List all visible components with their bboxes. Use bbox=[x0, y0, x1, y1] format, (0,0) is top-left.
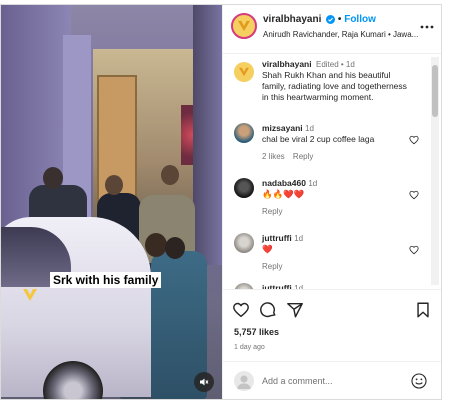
brand-logo-icon bbox=[238, 20, 250, 32]
header-username[interactable]: viralbhayani bbox=[263, 14, 321, 25]
scene-person-head bbox=[161, 165, 179, 185]
save-bookmark-icon[interactable] bbox=[414, 301, 432, 319]
post-header: viralbhayani • Follow Anirudh Ravichande… bbox=[223, 5, 441, 54]
speaker-muted-icon bbox=[200, 378, 209, 386]
share-paper-plane-icon[interactable] bbox=[286, 301, 304, 319]
caption-line: Shah Rukh Khan and his beautiful bbox=[262, 70, 391, 80]
comment-time: 1d bbox=[308, 179, 318, 188]
comment-bubble-icon[interactable] bbox=[259, 301, 277, 319]
caption-username[interactable]: viralbhayani bbox=[262, 59, 312, 69]
scene-wall-right bbox=[193, 5, 222, 265]
comment-username[interactable]: nadaba460 bbox=[262, 178, 306, 188]
verified-badge-icon bbox=[326, 14, 336, 24]
comment-text: ❤️ bbox=[262, 244, 273, 254]
comments-list[interactable]: viralbhayani Edited • 1d Shah Rukh Khan … bbox=[223, 53, 433, 289]
comment-text: chal be viral 2 cup coffee laga bbox=[262, 134, 375, 144]
comment-likes[interactable]: 2 likes bbox=[262, 152, 285, 161]
heart-outline-icon[interactable] bbox=[409, 190, 419, 200]
emoji-smiley-icon[interactable] bbox=[411, 373, 427, 389]
comment-time: 1d bbox=[305, 124, 314, 133]
caption-edited: Edited • 1d bbox=[315, 60, 355, 69]
post-actions: 5,757 likes 1 day ago bbox=[223, 289, 441, 362]
comment-username[interactable]: juttruffi bbox=[262, 233, 292, 243]
avatar[interactable] bbox=[234, 62, 254, 82]
reply-button[interactable]: Reply bbox=[262, 262, 282, 271]
avatar[interactable] bbox=[234, 178, 254, 198]
post-side-panel: viralbhayani • Follow Anirudh Ravichande… bbox=[222, 5, 441, 399]
avatar[interactable] bbox=[234, 233, 254, 253]
scene-person-head bbox=[165, 237, 185, 259]
add-comment-bar: Add a comment... bbox=[223, 361, 441, 399]
brand-logo-icon bbox=[23, 289, 37, 301]
scene-person-head bbox=[145, 233, 167, 257]
scrollbar-thumb[interactable] bbox=[432, 65, 438, 117]
current-user-avatar bbox=[234, 371, 254, 391]
header-username-line: viralbhayani • Follow bbox=[263, 14, 376, 25]
brand-logo-icon bbox=[239, 67, 249, 77]
reply-button[interactable]: Reply bbox=[293, 152, 313, 161]
post-timestamp: 1 day ago bbox=[234, 344, 265, 351]
instagram-post: Srk with his family viralbhayani • Follo… bbox=[0, 4, 442, 400]
default-user-icon bbox=[237, 375, 251, 389]
follow-button[interactable]: Follow bbox=[344, 14, 376, 25]
post-video[interactable]: Srk with his family bbox=[1, 5, 222, 399]
comment-username[interactable]: mizsayani bbox=[262, 123, 303, 133]
comment-time: 1d bbox=[294, 234, 304, 243]
scene-person-head bbox=[105, 175, 123, 195]
reply-button[interactable]: Reply bbox=[262, 207, 282, 216]
like-heart-icon[interactable] bbox=[232, 301, 250, 319]
header-separator: • bbox=[337, 14, 342, 25]
heart-outline-icon[interactable] bbox=[409, 135, 419, 145]
video-caption-overlay: Srk with his family bbox=[50, 272, 162, 288]
more-options-icon[interactable] bbox=[419, 21, 435, 33]
avatar[interactable] bbox=[234, 123, 254, 143]
mute-button[interactable] bbox=[194, 372, 214, 392]
caption-line: family, radiating love and togetherness bbox=[262, 81, 407, 91]
audio-credit[interactable]: Anirudh Ravichander, Raja Kumari • Jawa.… bbox=[263, 30, 418, 39]
comment-text: 🔥🔥❤️❤️ bbox=[262, 189, 305, 199]
avatar[interactable] bbox=[231, 13, 257, 39]
heart-outline-icon[interactable] bbox=[409, 245, 419, 255]
add-comment-input[interactable]: Add a comment... bbox=[262, 376, 333, 386]
caption-line: in this heartwarming moment. bbox=[262, 92, 374, 102]
like-count[interactable]: 5,757 likes bbox=[234, 327, 279, 337]
scene-person-head bbox=[43, 167, 63, 189]
